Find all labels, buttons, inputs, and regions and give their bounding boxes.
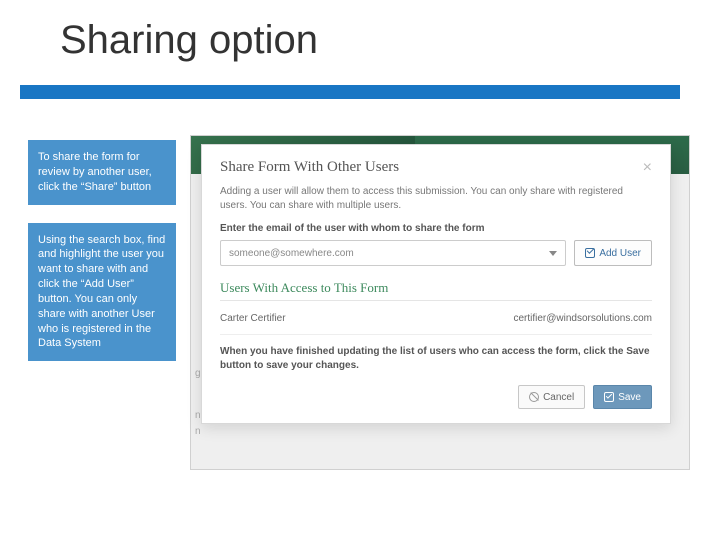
email-field-label: Enter the email of the user with whom to… bbox=[220, 223, 652, 234]
add-user-button[interactable]: Add User bbox=[574, 240, 652, 266]
user-email: certifier@windsorsolutions.com bbox=[513, 313, 652, 324]
email-combobox[interactable]: someone@somewhere.com bbox=[220, 240, 566, 266]
email-placeholder-text: someone@somewhere.com bbox=[229, 248, 354, 259]
check-square-icon bbox=[585, 248, 595, 258]
slide-title: Sharing option bbox=[60, 18, 318, 63]
user-access-row: Carter Certifier certifier@windsorsoluti… bbox=[220, 309, 652, 335]
save-icon bbox=[604, 392, 614, 402]
title-underline bbox=[20, 85, 680, 99]
save-label: Save bbox=[618, 392, 641, 403]
chevron-down-icon bbox=[549, 251, 557, 256]
modal-title: Share Form With Other Users bbox=[220, 159, 399, 176]
cancel-label: Cancel bbox=[543, 392, 574, 403]
share-modal: Share Form With Other Users × Adding a u… bbox=[201, 144, 671, 424]
instruction-card-1: To share the form for review by another … bbox=[28, 140, 176, 205]
instruction-card-2: Using the search box, find and highlight… bbox=[28, 223, 176, 362]
cancel-icon bbox=[529, 392, 539, 402]
modal-description: Adding a user will allow them to access … bbox=[220, 185, 652, 213]
user-name: Carter Certifier bbox=[220, 313, 286, 324]
save-button[interactable]: Save bbox=[593, 385, 652, 409]
access-section-title: Users With Access to This Form bbox=[220, 280, 652, 301]
app-screenshot: g n n Share Form With Other Users × Addi… bbox=[190, 135, 690, 470]
add-user-label: Add User bbox=[599, 248, 641, 259]
instruction-column: To share the form for review by another … bbox=[28, 140, 176, 361]
save-instruction: When you have finished updating the list… bbox=[220, 345, 652, 373]
cancel-button[interactable]: Cancel bbox=[518, 385, 585, 409]
close-icon[interactable]: × bbox=[643, 159, 652, 177]
